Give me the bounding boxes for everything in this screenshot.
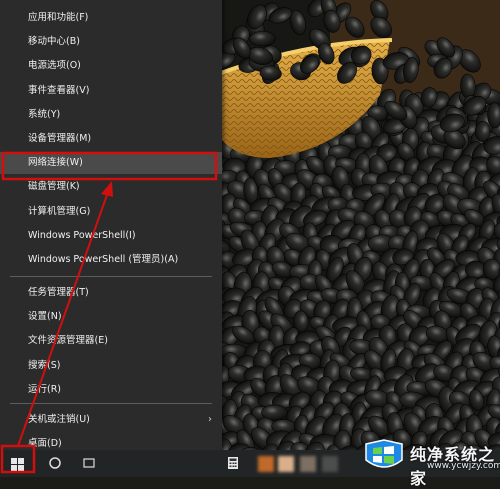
- menu-item-label: 移动中心(B): [28, 36, 80, 48]
- menu-item-0-10[interactable]: Windows PowerShell (管理员)(A): [0, 249, 222, 271]
- menu-item-2-0[interactable]: 关机或注销(U) ›: [0, 409, 222, 431]
- watermark-url: www.ycwjzy.com: [427, 461, 500, 471]
- menu-item-0-6[interactable]: 网络连接(W): [0, 152, 222, 175]
- menu-item-0-9[interactable]: Windows PowerShell(I): [0, 225, 222, 247]
- cortana-icon[interactable]: [48, 456, 62, 470]
- menu-item-0-7[interactable]: 磁盘管理(K): [0, 176, 222, 198]
- blurred-taskbar-apps: [258, 454, 348, 474]
- windows-logo-icon: [11, 458, 24, 471]
- menu-item-label: 任务管理器(T): [28, 287, 89, 298]
- menu-item-0-1[interactable]: 移动中心(B): [0, 31, 222, 53]
- menu-item-label: 设备管理器(M): [28, 133, 92, 144]
- menu-item-label: 运行(R): [28, 383, 62, 395]
- winx-context-menu: 应用和功能(F) 移动中心(B) 电源选项(O) 事件查看器(V) 系统(Y) 设备管理器…: [0, 0, 222, 450]
- menu-item-1-0[interactable]: 任务管理器(T): [0, 282, 222, 304]
- menu-item-label: 文件资源管理器(E): [28, 335, 108, 347]
- calculator-icon[interactable]: [226, 456, 240, 470]
- menu-item-1-1[interactable]: 设置(N): [0, 306, 222, 328]
- menu-item-label: 磁盘管理(K): [28, 181, 80, 193]
- menu-item-0-2[interactable]: 电源选项(O): [0, 55, 222, 77]
- task-view-icon[interactable]: [82, 456, 96, 470]
- menu-item-label: 网络连接(W): [28, 157, 83, 169]
- menu-item-label: 电源选项(O): [28, 60, 81, 72]
- menu-separator: [10, 276, 212, 277]
- start-button[interactable]: [4, 454, 31, 475]
- menu-item-1-3[interactable]: 搜索(S): [0, 355, 222, 377]
- menu-item-0-3[interactable]: 事件查看器(V): [0, 80, 222, 102]
- menu-item-label: 桌面(D): [28, 438, 62, 450]
- chevron-right-icon: ›: [208, 414, 212, 425]
- menu-item-0-5[interactable]: 设备管理器(M): [0, 128, 222, 150]
- menu-item-label: Windows PowerShell(I): [28, 229, 136, 241]
- menu-item-label: 关机或注销(U): [28, 414, 90, 425]
- menu-item-label: 事件查看器(V): [28, 84, 90, 96]
- menu-item-1-2[interactable]: 文件资源管理器(E): [0, 330, 222, 352]
- watermark-logo: [365, 439, 403, 468]
- menu-item-label: 计算机管理(G): [28, 205, 91, 217]
- menu-separator: [10, 403, 212, 404]
- menu-item-label: 搜索(S): [28, 359, 61, 371]
- menu-item-label: 应用和功能(F): [28, 12, 89, 23]
- menu-item-label: 设置(N): [28, 311, 62, 323]
- menu-item-label: 系统(Y): [28, 108, 61, 120]
- menu-item-1-4[interactable]: 运行(R): [0, 379, 222, 401]
- menu-item-0-0[interactable]: 应用和功能(F): [0, 7, 222, 29]
- menu-item-label: Windows PowerShell (管理员)(A): [28, 254, 179, 265]
- menu-item-0-8[interactable]: 计算机管理(G): [0, 201, 222, 223]
- menu-item-0-4[interactable]: 系统(Y): [0, 104, 222, 126]
